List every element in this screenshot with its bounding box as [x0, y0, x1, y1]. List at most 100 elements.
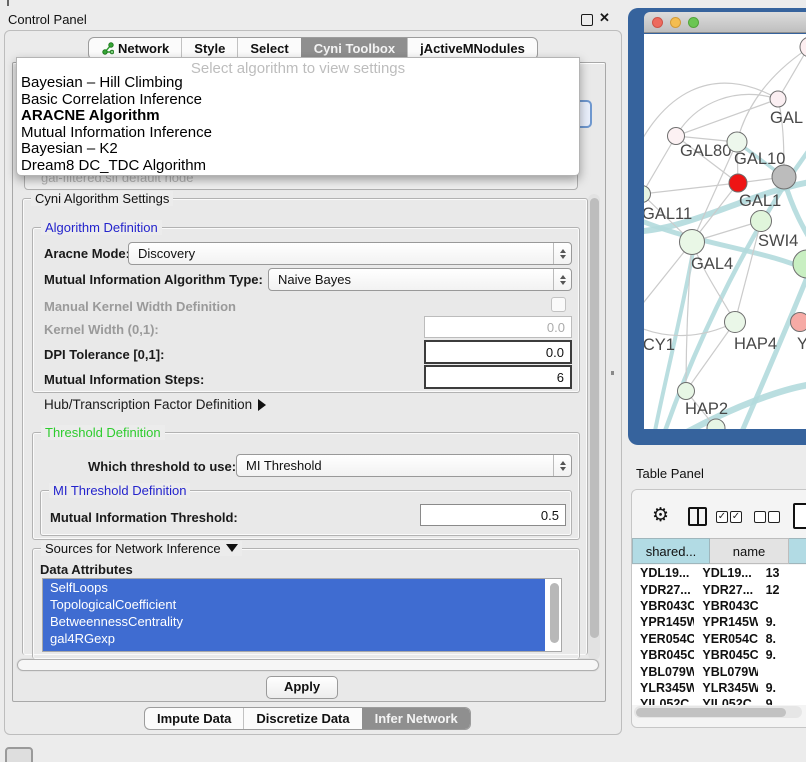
hub-definition-toggle[interactable]: Hub/Transcription Factor Definition	[44, 397, 266, 412]
settings-horizontal-scrollbar[interactable]	[16, 658, 600, 672]
checked-box-icon[interactable]: ✓	[730, 511, 742, 523]
tab-label: Impute Data	[157, 711, 231, 726]
checked-box-icon[interactable]: ✓	[716, 511, 728, 523]
close-window-icon[interactable]	[652, 17, 663, 28]
tab-label: Select	[250, 41, 288, 56]
attribute-item-topologicalcoefficient[interactable]: TopologicalCoefficient	[43, 596, 545, 613]
data-attributes-list[interactable]: SelfLoopsTopologicalCoefficientBetweenne…	[42, 578, 562, 652]
mi-threshold-field[interactable]: 0.5	[420, 504, 566, 526]
tab-infer-network[interactable]: Infer Network	[362, 708, 470, 729]
attribute-item-betweennesscentrality[interactable]: BetweennessCentrality	[43, 613, 545, 630]
manual-kernel-checkbox[interactable]	[551, 297, 566, 312]
float-window-icon[interactable]	[581, 14, 593, 26]
which-threshold-select[interactable]: MI Threshold	[236, 454, 572, 477]
aracne-mode-select[interactable]: Discovery	[128, 242, 572, 265]
network-node-swi4[interactable]	[751, 211, 772, 232]
network-node-y[interactable]	[791, 313, 806, 332]
network-node-gal10[interactable]	[727, 132, 747, 152]
tab-network[interactable]: Network	[89, 38, 181, 59]
network-icon	[101, 42, 114, 55]
network-canvas[interactable]: GALGAL80GAL10GAL1GAL11SWI4GAL4GCY1HAP4YH…	[644, 34, 806, 429]
dpi-tolerance-label: DPI Tolerance [0,1]:	[44, 347, 164, 362]
attribute-item-selfloops[interactable]: SelfLoops	[43, 579, 545, 596]
tab-jactivemnodules[interactable]: jActiveMNodules	[407, 38, 537, 59]
table-row[interactable]: YDR27...YDR27...12	[632, 581, 806, 597]
algorithm-option-mutual-information-inference[interactable]: Mutual Information Inference	[17, 125, 579, 142]
document-icon[interactable]	[793, 503, 806, 529]
table-body: YDL19...YDL19...13YDR27...YDR27...12YBR0…	[632, 565, 806, 705]
mi-steps-field[interactable]: 6	[424, 365, 572, 389]
network-node-gal1[interactable]	[729, 174, 747, 192]
algorithm-option-dream8-dc-tdc-algorithm[interactable]: Dream8 DC_TDC Algorithm	[17, 158, 579, 175]
network-edge[interactable]	[644, 242, 692, 322]
network-edge[interactable]	[740, 280, 806, 429]
column-header-a[interactable]: A	[789, 538, 806, 564]
manual-kernel-label: Manual Kernel Width Definition	[44, 299, 236, 314]
table-row[interactable]: YDL19...YDL19...13	[632, 565, 806, 581]
table-row[interactable]: YBR043CYBR043C	[632, 598, 806, 614]
minimize-window-icon[interactable]	[670, 17, 681, 28]
settings-hscroll-thumb[interactable]	[17, 659, 599, 671]
table-cell: YDL19...	[632, 566, 694, 580]
column-header-shared-[interactable]: shared...	[632, 538, 710, 564]
table-row[interactable]: YBR045CYBR045C9.	[632, 647, 806, 663]
network-window-titlebar[interactable]	[644, 12, 806, 33]
unchecked-box-icon[interactable]	[768, 511, 780, 523]
table-horizontal-scrollbar[interactable]	[634, 706, 802, 718]
mi-type-select[interactable]: Naive Bayes	[268, 268, 572, 291]
table-row[interactable]: YLR345WYLR345W9.	[632, 680, 806, 696]
network-edge[interactable]	[644, 136, 676, 194]
column-header-name[interactable]: name	[710, 538, 789, 564]
table-cell: YBR043C	[694, 599, 757, 613]
collapsed-panel-icon[interactable]	[5, 747, 33, 762]
table-row[interactable]: YBL079WYBL079W	[632, 663, 806, 679]
gear-icon[interactable]: ⚙	[652, 504, 669, 526]
list-vscroll-thumb[interactable]	[550, 583, 559, 643]
close-icon[interactable]: ✕	[599, 10, 610, 26]
network-node-gal4[interactable]	[680, 230, 705, 255]
algorithm-option-bayesian-k2[interactable]: Bayesian – K2	[17, 141, 579, 158]
screen: Control Panel ✕ NetworkStyleSelectCyni T…	[0, 0, 806, 762]
network-graph[interactable]: GALGAL80GAL10GAL1GAL11SWI4GAL4GCY1HAP4YH…	[644, 34, 806, 429]
settings-vertical-scrollbar[interactable]	[588, 194, 600, 660]
tab-discretize-data[interactable]: Discretize Data	[243, 708, 361, 729]
table-cell: 13	[758, 566, 806, 580]
sources-group-title[interactable]: Sources for Network Inference	[41, 541, 242, 556]
kernel-width-field[interactable]: 0.0	[424, 316, 572, 338]
algorithm-option-aracne-algorithm[interactable]: ARACNE Algorithm	[17, 108, 579, 125]
network-node-gal11[interactable]	[644, 186, 651, 203]
apply-button[interactable]: Apply	[266, 676, 338, 699]
table-hscroll-thumb[interactable]	[636, 708, 786, 717]
table-row[interactable]: YER054CYER054C8.	[632, 631, 806, 647]
algorithm-option-bayesian-hill-climbing[interactable]: Bayesian – Hill Climbing	[17, 75, 579, 92]
tab-cyni-toolbox[interactable]: Cyni Toolbox	[301, 38, 407, 59]
algorithm-option-basic-correlation-inference[interactable]: Basic Correlation Inference	[17, 92, 579, 109]
unchecked-box-icon[interactable]	[754, 511, 766, 523]
table-row[interactable]: YIL052CYIL052C9	[632, 696, 806, 705]
kernel-width-value: 0.0	[547, 320, 565, 335]
node-label-gal10: GAL10	[734, 150, 785, 168]
attribute-item-gal4rgexp[interactable]: gal4RGexp	[43, 630, 545, 647]
network-edge[interactable]	[644, 322, 735, 336]
tab-style[interactable]: Style	[181, 38, 237, 59]
table-row[interactable]: YPR145WYPR145W9.	[632, 614, 806, 630]
dpi-tolerance-field[interactable]: 0.0	[424, 340, 572, 364]
table-cell: YIL052C	[694, 697, 757, 705]
network-node[interactable]	[772, 165, 796, 189]
network-node[interactable]	[793, 250, 806, 278]
splitter-handle[interactable]	[611, 371, 614, 375]
network-edge[interactable]	[778, 48, 806, 99]
network-edge[interactable]	[676, 94, 778, 136]
table-cell: YER054C	[694, 632, 757, 646]
network-node-gal[interactable]	[770, 91, 786, 107]
split-columns-icon[interactable]	[688, 507, 707, 526]
tab-impute-data[interactable]: Impute Data	[145, 708, 243, 729]
tab-select[interactable]: Select	[237, 38, 300, 59]
network-edge[interactable]	[644, 183, 738, 194]
algorithm-dropdown-placeholder: Select algorithm to view settings	[17, 58, 579, 75]
table-cell: YBL079W	[632, 665, 694, 679]
network-node-hap4[interactable]	[725, 312, 746, 333]
settings-vscroll-thumb[interactable]	[590, 198, 599, 638]
zoom-window-icon[interactable]	[688, 17, 699, 28]
network-node-hap2[interactable]	[678, 383, 695, 400]
